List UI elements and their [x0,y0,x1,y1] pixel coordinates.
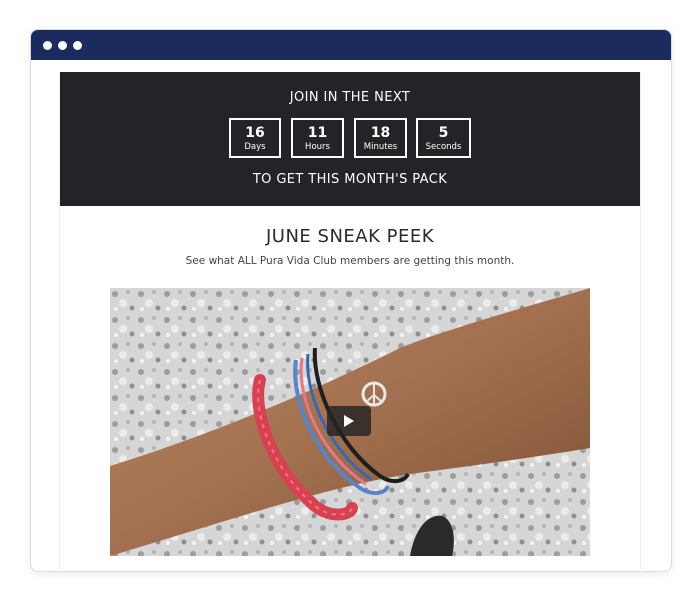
countdown-unit: Seconds [425,142,462,152]
countdown-value: 5 [438,125,449,141]
countdown-value: 18 [370,125,391,141]
countdown-unit: Hours [305,142,330,152]
countdown-hours: 11 Hours [291,118,344,158]
play-button[interactable] [327,406,371,436]
countdown-unit: Minutes [363,142,398,152]
countdown-heading: JOIN IN THE NEXT [289,90,411,105]
countdown-timer: 16 Days 11 Hours 18 Minutes 5 Seconds [229,118,473,160]
window-titlebar [31,30,671,60]
video-player[interactable] [110,288,590,556]
window-dot-icon[interactable] [43,41,52,50]
countdown-banner: JOIN IN THE NEXT 16 Days 11 Hours 18 Min… [60,72,640,206]
countdown-footer: TO GET THIS MONTH'S PACK [252,172,448,187]
countdown-minutes: 18 Minutes [354,118,407,158]
section-title: JUNE SNEAK PEEK [265,226,435,247]
countdown-seconds: 5 Seconds [416,118,471,158]
countdown-days: 16 Days [229,118,281,158]
play-icon [344,415,354,427]
countdown-value: 16 [245,125,265,141]
countdown-value: 11 [307,125,328,141]
section-subtitle: See what ALL Pura Vida Club members are … [185,255,515,267]
page-content: JOIN IN THE NEXT 16 Days 11 Hours 18 Min… [59,72,641,570]
window-dot-icon[interactable] [73,41,82,50]
window-dot-icon[interactable] [58,41,67,50]
browser-window: JOIN IN THE NEXT 16 Days 11 Hours 18 Min… [30,29,672,572]
countdown-unit: Days [244,142,266,152]
